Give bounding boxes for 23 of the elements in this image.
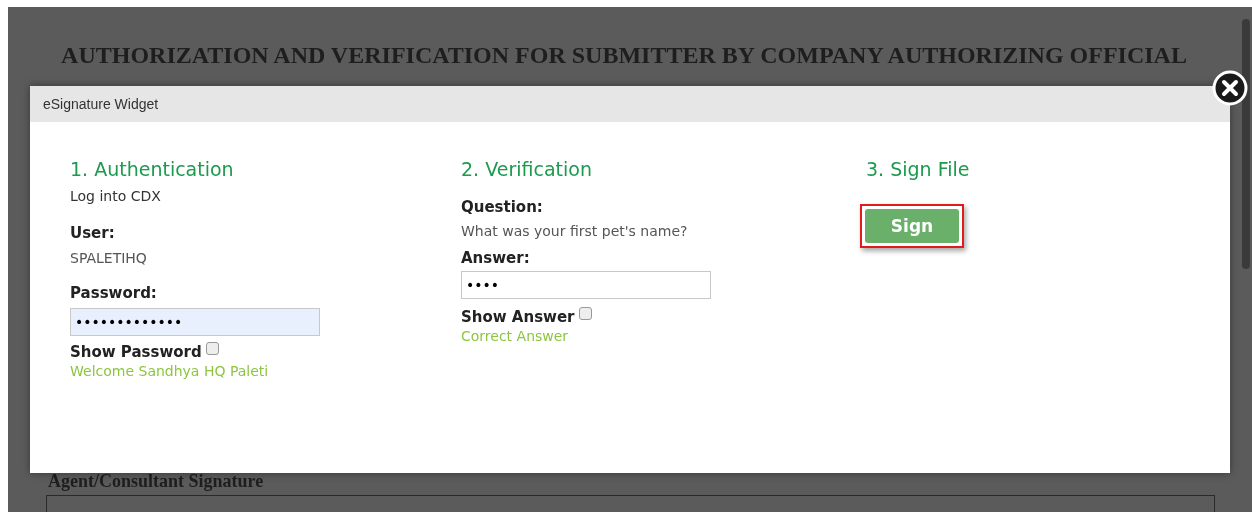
user-value: SPALETIHQ [70, 250, 147, 266]
step-heading: 3. Sign File [866, 158, 971, 180]
status-message: Welcome Sandhya HQ Paleti [70, 363, 269, 379]
subtitle: Log into CDX [70, 188, 161, 204]
checkbox-label: Show Password [70, 343, 202, 361]
section-heading: Agent/Consultant Signature [48, 471, 264, 492]
close-icon[interactable] [1212, 70, 1248, 106]
security-question: What was your first pet's name? [461, 223, 688, 239]
checkbox-label: Show Answer [461, 308, 575, 326]
status-message: Correct Answer [461, 328, 569, 344]
field-label: Password: [70, 284, 157, 302]
field-label: Question: [461, 198, 543, 216]
answer-field[interactable]: •••• [461, 271, 711, 299]
dialog-title: eSignature Widget [43, 96, 159, 112]
scrollbar[interactable] [1240, 7, 1252, 512]
checkbox[interactable] [205, 342, 219, 355]
password-field[interactable]: ••••••••••••• [70, 308, 320, 336]
step-heading: 1. Authentication [70, 158, 235, 180]
checkbox[interactable] [578, 307, 592, 320]
field-label: User: [70, 224, 115, 242]
step-heading: 2. Verification [461, 158, 593, 180]
field-label: Answer: [461, 249, 530, 267]
document-title: AUTHORIZATION AND VERIFICATION FOR SUBMITTER BY COMPANY AUTHORIZING OFFICIAL [60, 41, 1188, 69]
